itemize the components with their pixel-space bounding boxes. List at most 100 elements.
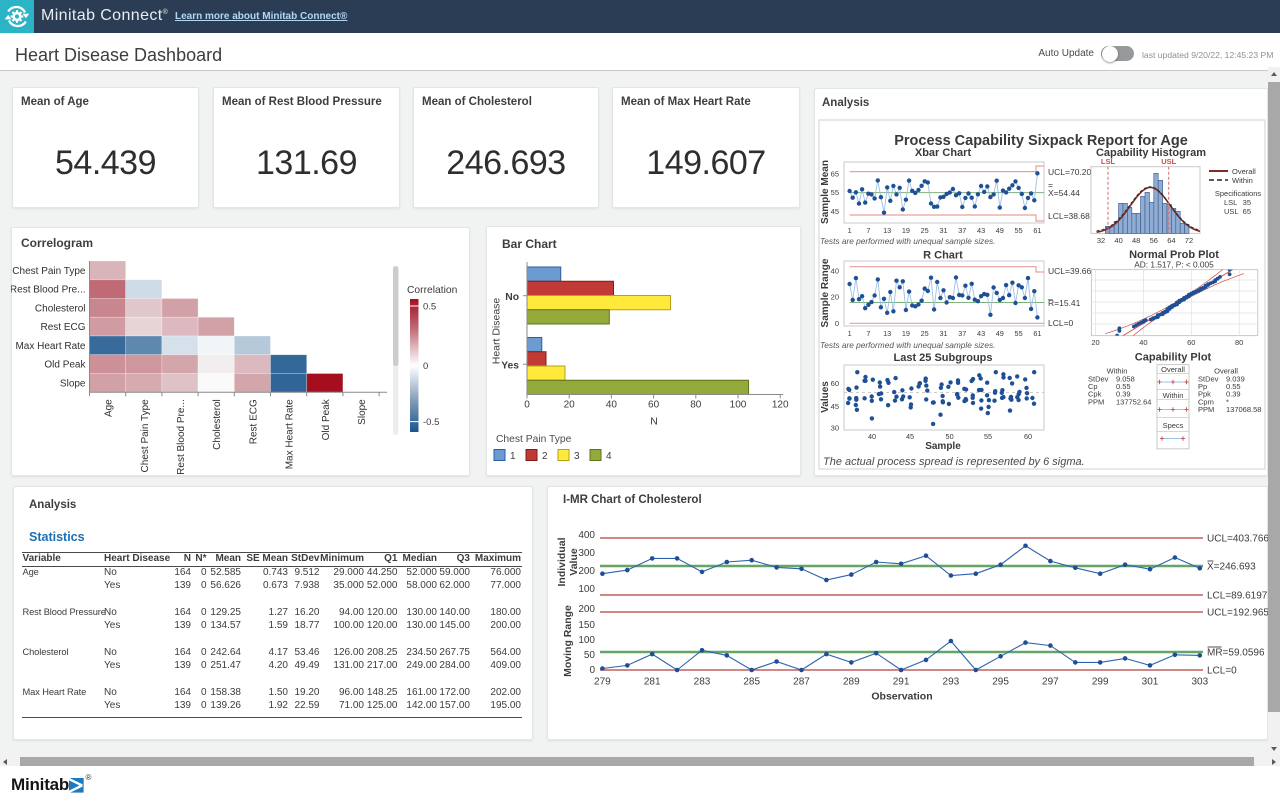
- svg-text:Observation: Observation: [871, 691, 932, 703]
- svg-text:Slope: Slope: [357, 399, 368, 425]
- svg-text:Tests are performed with unequ: Tests are performed with unequal sample …: [820, 236, 995, 246]
- svg-text:32: 32: [1097, 236, 1105, 245]
- svg-text:1: 1: [848, 226, 852, 235]
- svg-text:60: 60: [648, 400, 660, 411]
- svg-text:150: 150: [578, 620, 595, 631]
- svg-text:60: 60: [831, 379, 839, 388]
- svg-text:-0.5: -0.5: [423, 417, 439, 428]
- svg-text:25: 25: [921, 329, 929, 338]
- svg-text:13: 13: [883, 226, 891, 235]
- svg-text:R=15.41: R=15.41: [1048, 298, 1081, 308]
- svg-text:72: 72: [1185, 236, 1193, 245]
- svg-text:283: 283: [694, 677, 711, 688]
- svg-text:299: 299: [1092, 677, 1109, 688]
- svg-text:Rest ECG: Rest ECG: [248, 399, 259, 444]
- svg-text:80: 80: [690, 400, 702, 411]
- svg-text:USL: USL: [1161, 157, 1176, 166]
- svg-text:UCL=70.20: UCL=70.20: [1048, 167, 1092, 177]
- svg-text:293: 293: [943, 677, 960, 688]
- svg-text:LSL: LSL: [1101, 157, 1116, 166]
- svg-text:297: 297: [1042, 677, 1059, 688]
- svg-text:Rest Blood Pre...: Rest Blood Pre...: [11, 285, 86, 296]
- svg-text:200: 200: [578, 566, 595, 577]
- svg-text:Rest ECG: Rest ECG: [40, 322, 85, 333]
- svg-text:37: 37: [958, 226, 966, 235]
- svg-text:19: 19: [902, 226, 910, 235]
- svg-text:Old Peak: Old Peak: [321, 398, 332, 440]
- svg-text:291: 291: [893, 677, 910, 688]
- svg-text:31: 31: [939, 226, 947, 235]
- svg-text:137752.64: 137752.64: [1116, 397, 1151, 406]
- svg-text:65: 65: [1243, 207, 1251, 216]
- svg-text:Slope: Slope: [60, 378, 86, 389]
- svg-text:X=54.44: X=54.44: [1048, 188, 1080, 198]
- svg-text:60: 60: [1187, 338, 1195, 347]
- svg-text:Chest Pain Type: Chest Pain Type: [140, 399, 151, 473]
- svg-text:Moving Range: Moving Range: [562, 605, 574, 677]
- svg-text:7: 7: [866, 226, 870, 235]
- svg-text:30: 30: [831, 424, 839, 433]
- svg-text:Overall: Overall: [1232, 167, 1256, 176]
- svg-text:55: 55: [1015, 226, 1023, 235]
- svg-text:Sample Mean: Sample Mean: [820, 160, 831, 224]
- svg-text:55: 55: [984, 432, 992, 441]
- svg-text:40: 40: [1139, 338, 1147, 347]
- svg-text:200: 200: [578, 604, 595, 615]
- svg-text:37: 37: [958, 329, 966, 338]
- svg-text:7: 7: [866, 329, 870, 338]
- svg-text:45: 45: [831, 402, 839, 411]
- svg-text:1: 1: [510, 451, 516, 462]
- svg-text:Age: Age: [104, 399, 115, 417]
- svg-text:100: 100: [730, 400, 747, 411]
- svg-text:Max Heart Rate: Max Heart Rate: [285, 399, 296, 469]
- svg-text:0: 0: [835, 319, 839, 328]
- svg-text:UCL=39.66: UCL=39.66: [1048, 266, 1092, 276]
- svg-text:4: 4: [606, 451, 612, 462]
- svg-text:Rest Blood Pre...: Rest Blood Pre...: [176, 399, 187, 475]
- svg-text:Values: Values: [820, 381, 831, 413]
- svg-text:0: 0: [524, 400, 530, 411]
- svg-text:AD: 1.517, P: < 0.005: AD: 1.517, P: < 0.005: [1134, 260, 1214, 270]
- svg-text:137068.58: 137068.58: [1226, 405, 1261, 414]
- svg-text:Cholesterol: Cholesterol: [212, 399, 223, 450]
- svg-text:Last 25 Subgroups: Last 25 Subgroups: [893, 352, 992, 364]
- svg-text:Correlation: Correlation: [407, 285, 458, 296]
- svg-text:MR=59.0596: MR=59.0596: [1207, 648, 1265, 659]
- svg-text:48: 48: [1132, 236, 1140, 245]
- svg-text:285: 285: [743, 677, 760, 688]
- svg-text:3: 3: [574, 451, 580, 462]
- svg-text:55: 55: [1015, 329, 1023, 338]
- svg-text:301: 301: [1142, 677, 1159, 688]
- svg-text:UCL=192.965: UCL=192.965: [1207, 608, 1268, 619]
- svg-text:Heart Disease: Heart Disease: [491, 298, 503, 365]
- svg-text:Specs: Specs: [1163, 421, 1184, 430]
- svg-text:PPM: PPM: [1198, 405, 1214, 414]
- svg-text:61: 61: [1033, 226, 1041, 235]
- svg-text:120: 120: [772, 400, 789, 411]
- svg-text:281: 281: [644, 677, 661, 688]
- svg-text:No: No: [505, 292, 519, 303]
- svg-text:Sample Range: Sample Range: [820, 258, 831, 327]
- svg-text:The actual process spread is r: The actual process spread is represented…: [823, 456, 1085, 468]
- svg-text:61: 61: [1033, 329, 1041, 338]
- svg-text:295: 295: [992, 677, 1009, 688]
- svg-text:56: 56: [1150, 236, 1158, 245]
- svg-text:303: 303: [1191, 677, 1208, 688]
- svg-text:N: N: [650, 416, 658, 428]
- svg-text:45: 45: [831, 207, 839, 216]
- svg-text:Tests are performed with unequ: Tests are performed with unequal sample …: [820, 340, 995, 350]
- svg-text:25: 25: [921, 226, 929, 235]
- svg-text:Old Peak: Old Peak: [44, 360, 86, 371]
- svg-text:49: 49: [996, 226, 1004, 235]
- svg-text:Value: Value: [568, 548, 580, 576]
- svg-text:20: 20: [1091, 338, 1099, 347]
- svg-text:60: 60: [1024, 432, 1032, 441]
- svg-text:40: 40: [606, 400, 618, 411]
- svg-text:40: 40: [831, 267, 839, 276]
- svg-text:50: 50: [946, 432, 954, 441]
- svg-text:300: 300: [578, 548, 595, 559]
- svg-text:R Chart: R Chart: [923, 250, 963, 262]
- svg-text:Cholesterol: Cholesterol: [35, 303, 86, 314]
- svg-text:0.5: 0.5: [423, 302, 436, 313]
- svg-text:USL: USL: [1224, 207, 1239, 216]
